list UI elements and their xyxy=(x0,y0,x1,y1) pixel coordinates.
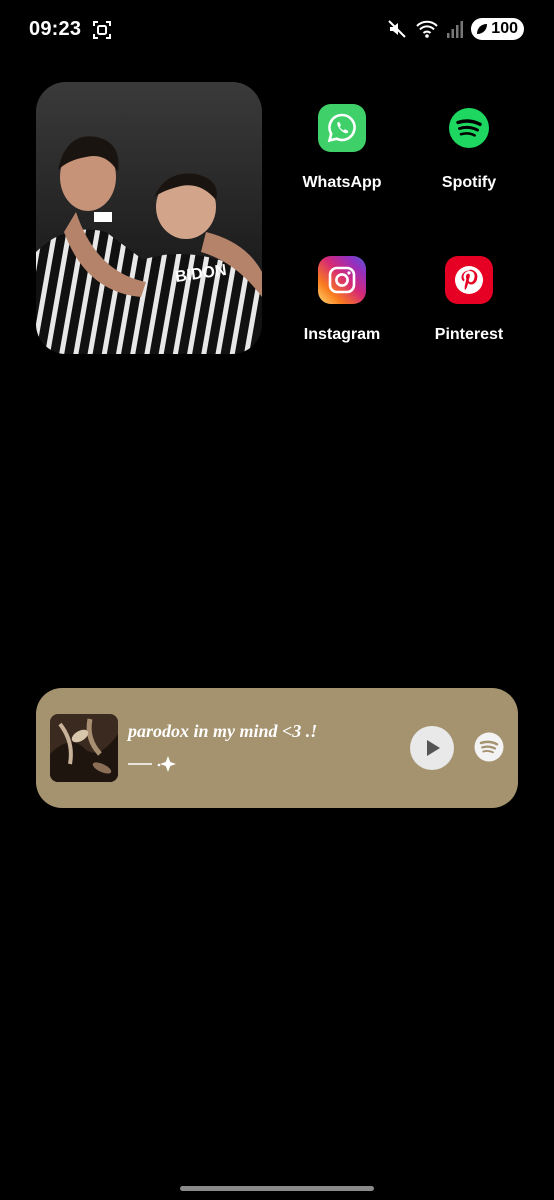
album-art[interactable] xyxy=(50,714,118,782)
clock: 09:23 xyxy=(29,18,82,40)
battery-level: 100 xyxy=(491,20,518,37)
instagram-icon xyxy=(318,256,366,304)
wifi-icon xyxy=(416,20,439,38)
photo-image: BIDON xyxy=(36,82,262,354)
spotify-icon[interactable] xyxy=(474,732,504,762)
app-whatsapp[interactable]: WhatsApp xyxy=(287,104,397,192)
play-button[interactable] xyxy=(410,726,454,770)
whatsapp-icon xyxy=(318,104,366,152)
battery-leaf-icon xyxy=(477,24,488,34)
photo-widget[interactable]: BIDON xyxy=(36,82,262,354)
home-indicator[interactable] xyxy=(180,1186,374,1191)
spotify-icon xyxy=(445,104,493,152)
pinterest-icon xyxy=(445,256,493,304)
mute-icon xyxy=(388,20,407,38)
app-instagram[interactable]: Instagram xyxy=(287,256,397,344)
status-bar: 09:23 100 xyxy=(0,0,554,60)
app-label: WhatsApp xyxy=(302,174,382,191)
app-label: Pinterest xyxy=(434,326,504,343)
app-label: Instagram xyxy=(303,326,381,343)
song-decoration xyxy=(128,756,176,772)
app-pinterest[interactable]: Pinterest xyxy=(414,256,524,344)
music-widget[interactable]: parodox in my mind <3 .! xyxy=(36,688,518,808)
signal-icon xyxy=(447,21,464,38)
app-label: Spotify xyxy=(441,174,497,191)
battery-indicator: 100 xyxy=(471,18,524,40)
status-icons: 100 xyxy=(387,16,524,42)
play-icon xyxy=(427,740,440,756)
song-title: parodox in my mind <3 .! xyxy=(128,721,318,741)
app-spotify[interactable]: Spotify xyxy=(414,104,524,192)
screenshot-icon xyxy=(93,21,111,39)
